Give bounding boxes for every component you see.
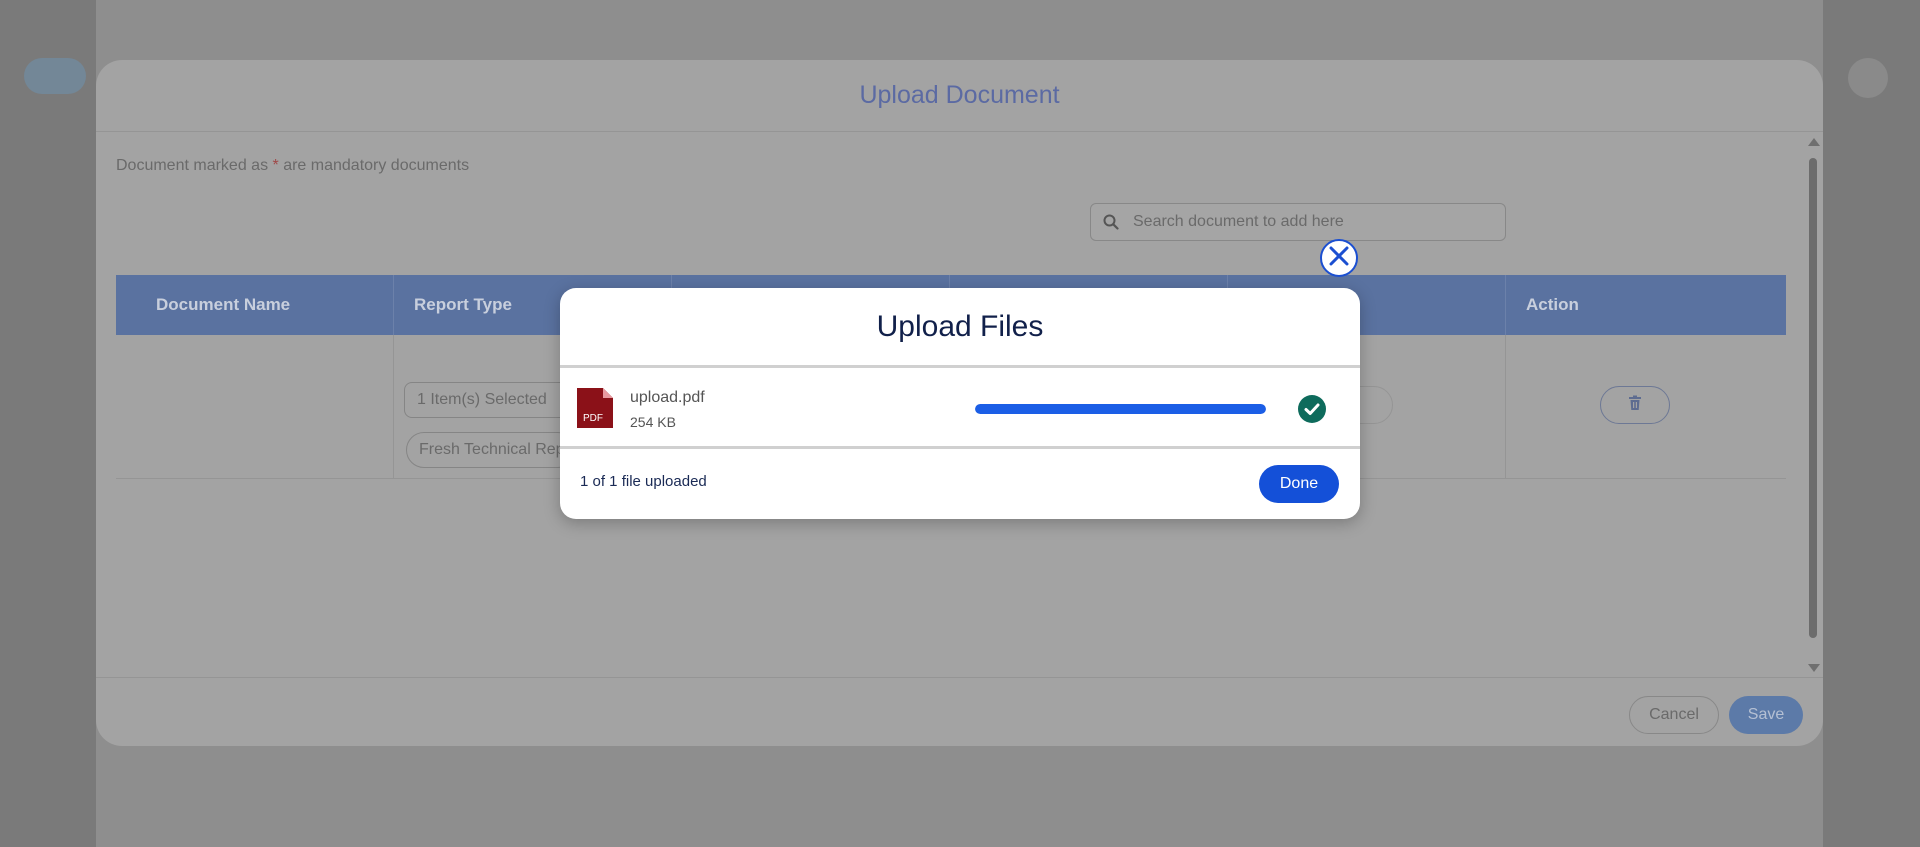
save-button[interactable]: Save [1729,696,1803,734]
modal-footer: Cancel Save [96,677,1823,746]
scroll-thumb[interactable] [1809,158,1817,638]
file-row: PDF upload.pdf 254 KB [560,368,1360,449]
dialog-title: Upload Files [560,288,1360,368]
note-prefix: Document marked as [116,157,273,174]
file-size: 254 KB [630,414,676,430]
dialog-footer: 1 of 1 file uploaded Done [560,449,1360,519]
column-header-action: Action [1526,295,1579,314]
pdf-icon-label: PDF [583,413,603,424]
upload-status: 1 of 1 file uploaded [580,473,707,490]
background-logo [24,58,86,94]
report-type-tag: Fresh Technical Report [406,432,576,468]
mandatory-note: Document marked as * are mandatory docum… [116,157,469,175]
background-avatar [1848,58,1888,98]
close-dialog-button[interactable] [1320,239,1358,277]
upload-progress-bar [975,404,1266,414]
delete-row-button[interactable] [1600,386,1670,424]
upload-files-dialog: Upload Files PDF upload.pdf 254 KB 1 of … [560,288,1360,519]
search-input[interactable] [1131,212,1495,232]
scroll-up-arrow-icon[interactable] [1808,138,1820,146]
cancel-button[interactable]: Cancel [1629,696,1719,734]
search-icon [1091,214,1131,230]
modal-title: Upload Document [859,81,1060,109]
note-suffix: are mandatory documents [278,157,470,174]
document-search[interactable] [1090,203,1506,241]
scroll-down-arrow-icon[interactable] [1808,664,1820,672]
report-type-select[interactable]: 1 Item(s) Selected [404,382,584,418]
modal-scrollbar[interactable] [1806,138,1820,676]
modal-header: Upload Document [96,60,1823,132]
cell-action [1506,335,1786,478]
column-header-document-name: Document Name [116,275,394,335]
done-button[interactable]: Done [1259,465,1339,503]
close-icon [1329,246,1349,271]
file-name: upload.pdf [630,389,705,406]
cell-document-name [116,335,394,478]
check-circle-icon [1298,395,1326,423]
trash-icon [1628,395,1642,416]
upload-progress-fill [975,404,1266,414]
pdf-file-icon: PDF [577,388,613,428]
